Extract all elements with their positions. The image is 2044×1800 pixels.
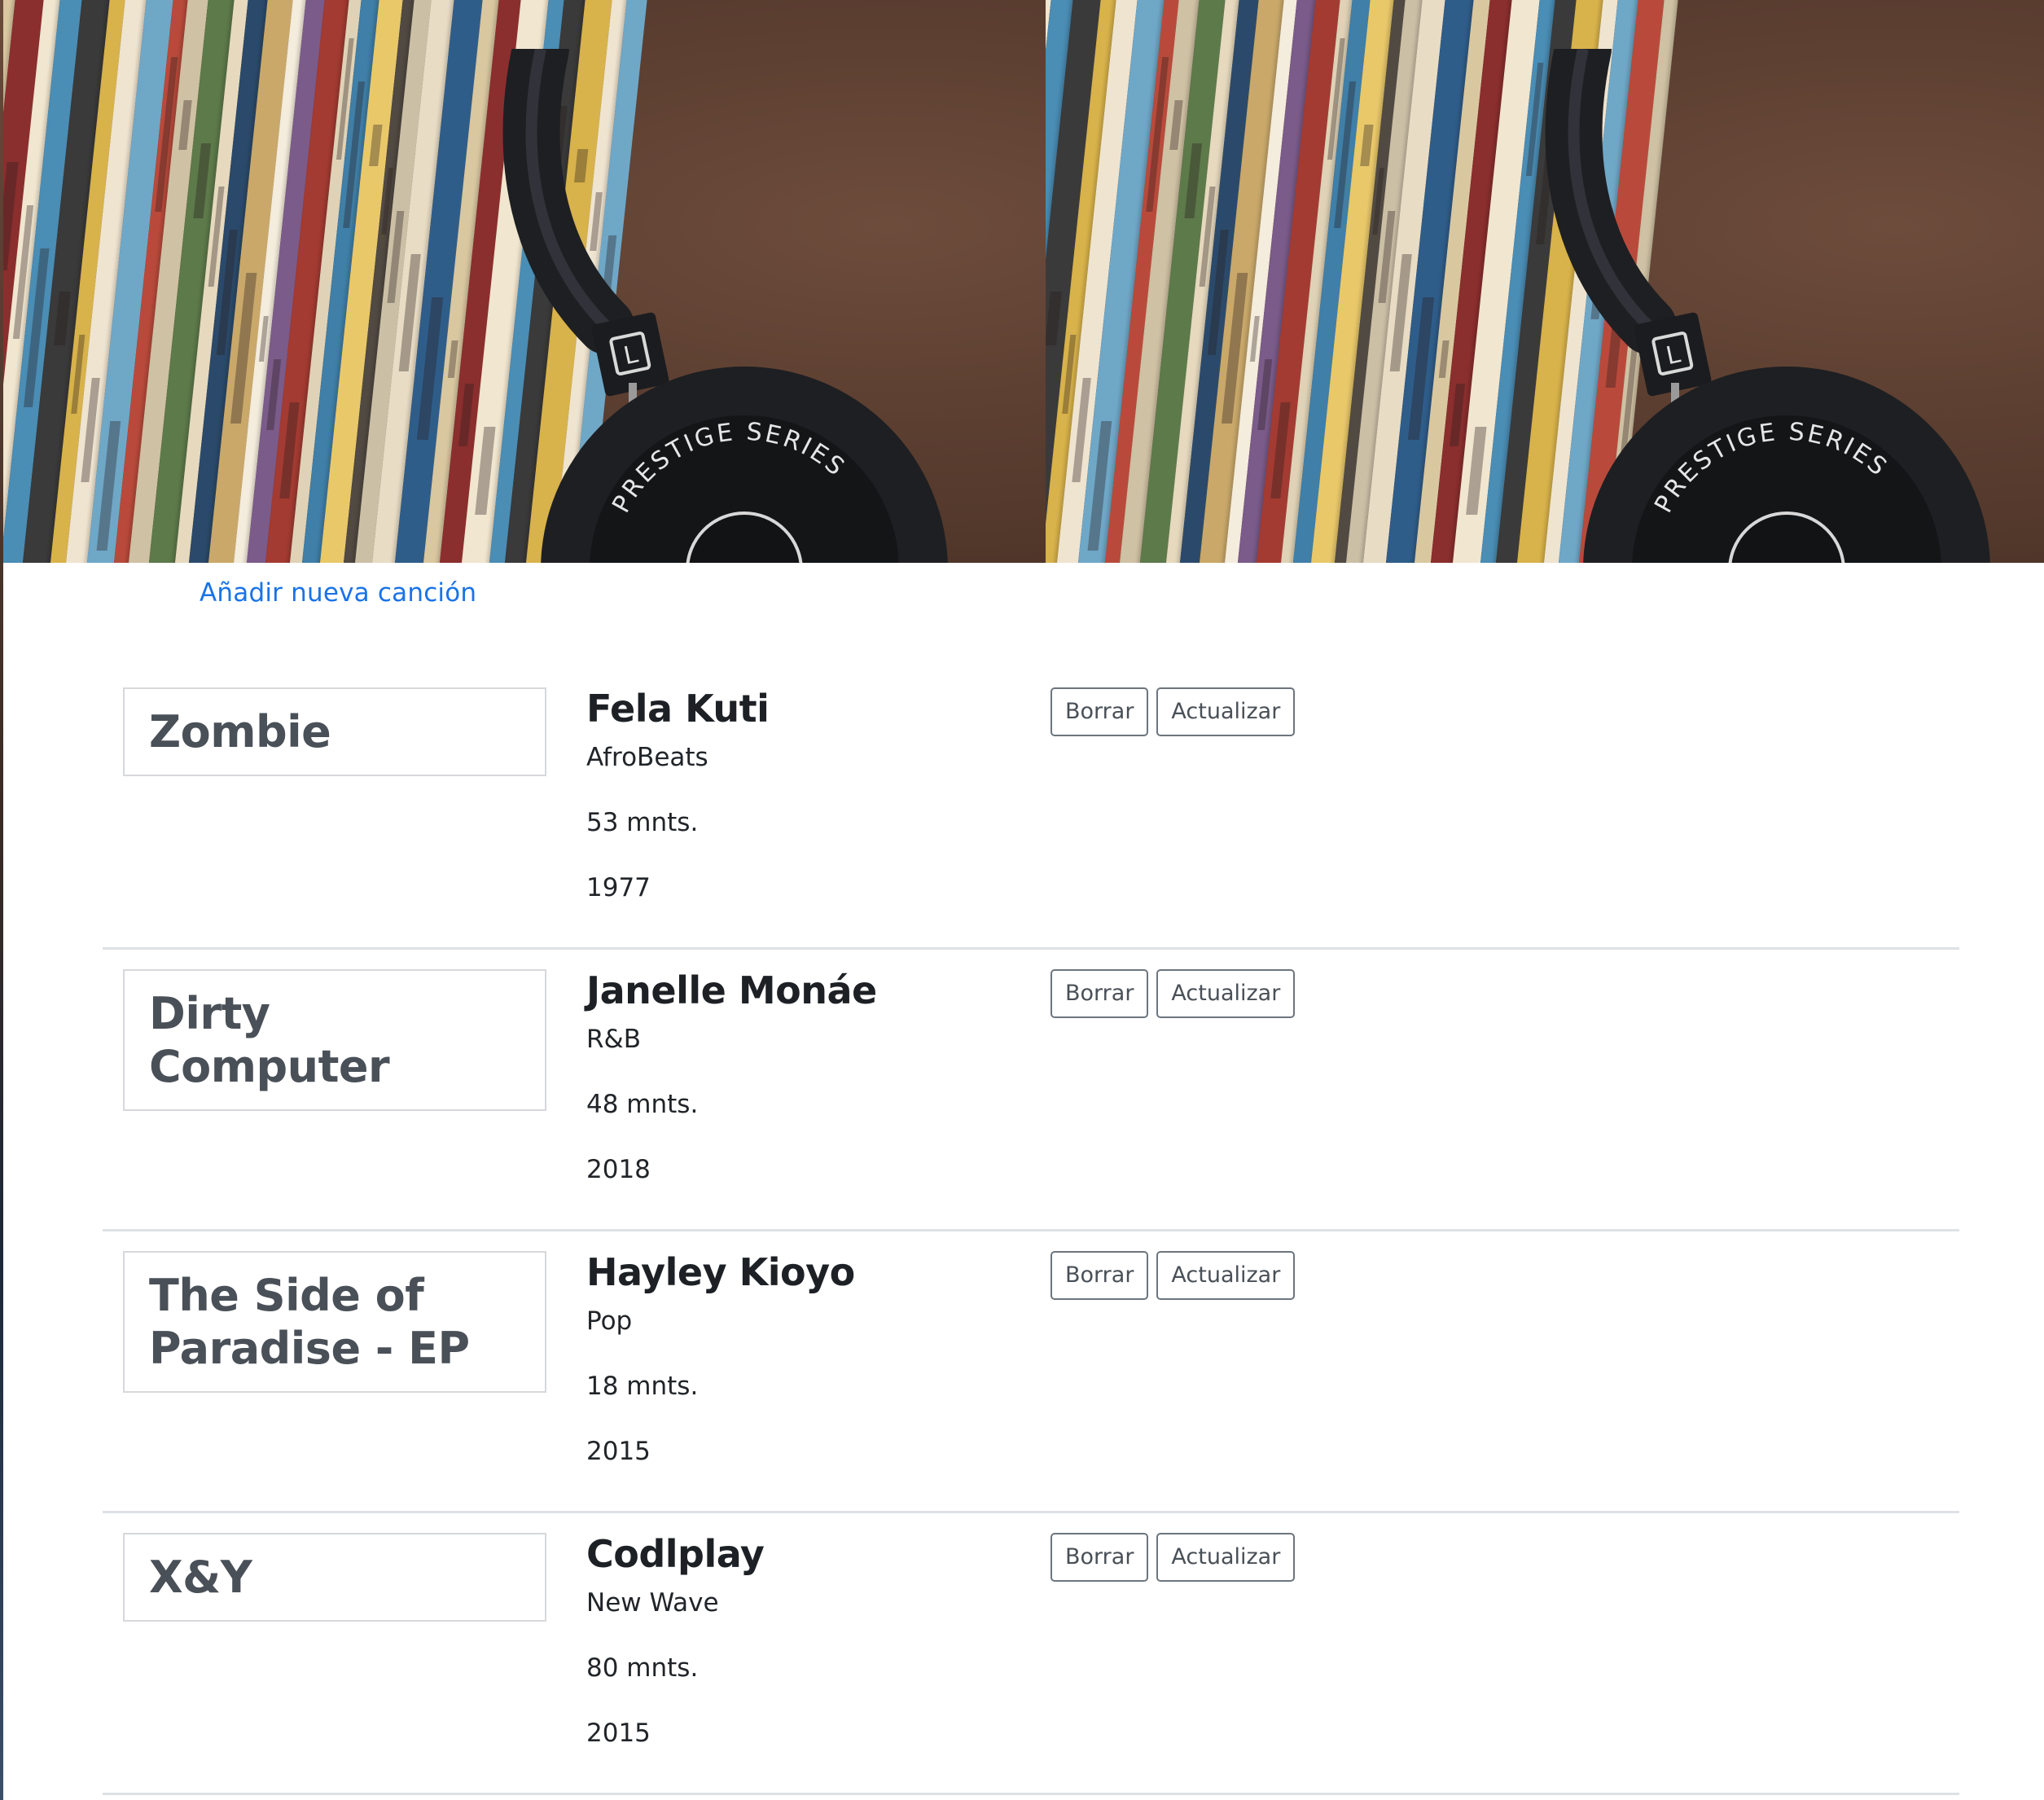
spine-label <box>1438 340 1450 378</box>
spine-label <box>54 292 71 345</box>
song-genre: Pop <box>586 1306 633 1336</box>
song-actions: Borrar Actualizar <box>1051 687 1296 736</box>
spine-label <box>1249 316 1260 362</box>
song-duration: 18 mnts. <box>586 1372 699 1401</box>
delete-button[interactable]: Borrar <box>1051 687 1149 736</box>
spine-label <box>1450 384 1465 446</box>
song-duration: 80 mnts. <box>586 1653 699 1683</box>
song-row: Dirty Computer Janelle Monáe R&B 48 mnts… <box>103 950 1959 1231</box>
song-title: X&Y <box>123 1533 546 1622</box>
song-year: 2015 <box>586 1719 651 1748</box>
song-duration: 48 mnts. <box>586 1090 699 1119</box>
spine-label <box>368 125 383 166</box>
delete-button[interactable]: Borrar <box>1051 1251 1149 1300</box>
song-genre: R&B <box>586 1025 641 1054</box>
spine-label <box>258 316 269 362</box>
delete-button[interactable]: Borrar <box>1051 969 1149 1018</box>
song-actions: Borrar Actualizar <box>1051 969 1296 1018</box>
song-actions: Borrar Actualizar <box>1051 1251 1296 1300</box>
song-artist: Hayley Kioyo <box>586 1250 855 1294</box>
update-button[interactable]: Actualizar <box>1156 1533 1296 1582</box>
spine-label <box>1466 427 1487 515</box>
song-row: X&Y Codlplay New Wave 80 mnts. 2015 Borr… <box>103 1513 1959 1795</box>
spine-label <box>1270 402 1291 498</box>
song-year: 2018 <box>586 1155 651 1184</box>
song-genre: New Wave <box>586 1588 719 1618</box>
song-genre: AfroBeats <box>586 743 708 772</box>
spine-label <box>1257 359 1273 430</box>
spine-label <box>1169 100 1183 150</box>
song-list: Zombie Fela Kuti AfroBeats 53 mnts. 1977… <box>103 668 1959 1795</box>
headphones-icon: L PRESTIGE SERIES <box>1485 20 2044 563</box>
headphones-icon: L PRESTIGE SERIES <box>443 20 1013 563</box>
song-year: 2015 <box>586 1437 651 1466</box>
song-actions: Borrar Actualizar <box>1051 1533 1296 1582</box>
hero-image-left: L PRESTIGE SERIES <box>3 0 1046 563</box>
spine-label <box>265 359 282 430</box>
add-song-link[interactable]: Añadir nueva canción <box>200 578 476 608</box>
spine-label <box>178 100 192 150</box>
update-button[interactable]: Actualizar <box>1156 687 1296 736</box>
song-year: 1977 <box>586 873 651 902</box>
song-duration: 53 mnts. <box>586 808 699 837</box>
spine-label <box>193 143 212 218</box>
song-info: Janelle Monáe R&B 48 mnts. 2018 <box>586 968 877 1186</box>
update-button[interactable]: Actualizar <box>1156 1251 1296 1300</box>
spine-label <box>279 402 300 498</box>
song-info: Fela Kuti AfroBeats 53 mnts. 1977 <box>586 686 770 904</box>
song-artist: Janelle Monáe <box>586 968 877 1012</box>
spine-label <box>1046 292 1062 345</box>
song-artist: Fela Kuti <box>586 687 770 731</box>
hero-image-right: L PRESTIGE SERIES <box>1046 0 2044 563</box>
song-title: Zombie <box>123 687 546 776</box>
song-row: Zombie Fela Kuti AfroBeats 53 mnts. 1977… <box>103 668 1959 950</box>
song-artist: Codlplay <box>586 1532 765 1576</box>
song-title: Dirty Computer <box>123 969 546 1111</box>
spine-label <box>1184 143 1203 218</box>
song-info: Hayley Kioyo Pop 18 mnts. 2015 <box>586 1249 855 1468</box>
song-title: The Side of Paradise - EP <box>123 1251 546 1393</box>
spine-label <box>3 162 19 270</box>
update-button[interactable]: Actualizar <box>1156 969 1296 1018</box>
spine-label <box>1359 125 1374 166</box>
hero-banner: L PRESTIGE SERIES L PRESTIGE SERIES <box>3 0 2044 563</box>
song-info: Codlplay New Wave 80 mnts. 2015 <box>586 1531 765 1750</box>
song-row: The Side of Paradise - EP Hayley Kioyo P… <box>103 1231 1959 1513</box>
delete-button[interactable]: Borrar <box>1051 1533 1149 1582</box>
